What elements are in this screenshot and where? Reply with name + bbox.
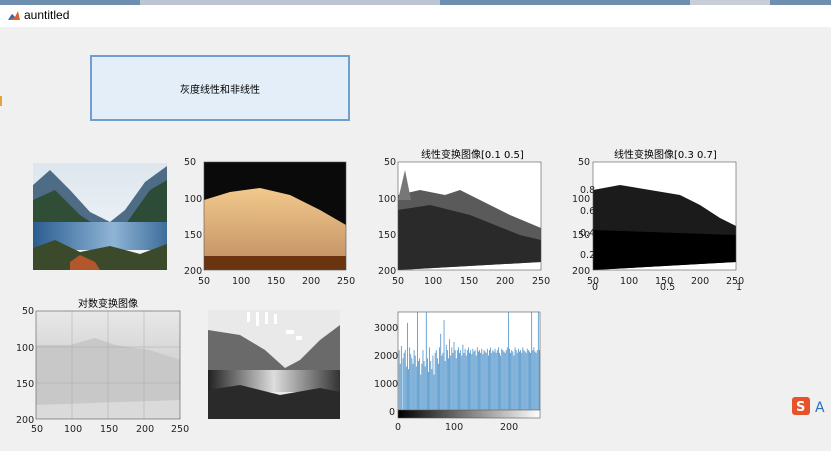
tick-x: 150 xyxy=(100,424,118,435)
sogou-ime-icon[interactable]: S A xyxy=(790,396,831,418)
tick-y: 50 xyxy=(22,306,34,317)
tick-y: 1000 xyxy=(374,379,398,390)
tick-x: 100 xyxy=(620,276,638,287)
overlay-tick: 1 xyxy=(736,282,742,293)
tick-x: 200 xyxy=(500,422,518,433)
tick-x: 50 xyxy=(392,276,404,287)
log-transform-axes xyxy=(35,310,181,420)
tick-x: 250 xyxy=(532,276,550,287)
linear-transform-1-axes xyxy=(397,161,542,271)
overlay-tick: 0.5 xyxy=(660,282,675,293)
tick-y: 0 xyxy=(389,407,395,418)
tick-x: 200 xyxy=(302,276,320,287)
linear-transform-2-axes xyxy=(592,161,737,271)
tick-x: 200 xyxy=(496,276,514,287)
tick-x: 100 xyxy=(445,422,463,433)
tick-x: 100 xyxy=(64,424,82,435)
tick-x: 150 xyxy=(460,276,478,287)
tick-x: 50 xyxy=(31,424,43,435)
axes-title-linear2: 线性变换图像[0.3 0.7] xyxy=(614,148,717,161)
tick-x: 0 xyxy=(395,422,401,433)
original-image xyxy=(33,163,167,270)
tick-x: 100 xyxy=(424,276,442,287)
tick-y: 100 xyxy=(16,343,34,354)
tick-y: 100 xyxy=(184,194,202,205)
tick-y: 150 xyxy=(378,230,396,241)
tick-x: 50 xyxy=(198,276,210,287)
tick-y: 100 xyxy=(378,194,396,205)
svg-text:S: S xyxy=(796,400,805,415)
overlay-tick: 0.4 xyxy=(580,228,595,239)
tick-y: 3000 xyxy=(374,323,398,334)
enhanced-gray-image xyxy=(208,310,340,419)
tick-y: 150 xyxy=(16,379,34,390)
overlay-tick: 0.2 xyxy=(580,250,595,261)
axes-title-log: 对数变换图像 xyxy=(78,297,138,310)
tick-x: 250 xyxy=(171,424,189,435)
tick-x: 200 xyxy=(691,276,709,287)
ime-label: A xyxy=(815,400,825,416)
figure-canvas: 50 100 150 200 50 100 150 200 250 50 100… xyxy=(16,148,744,435)
overlay-tick: 0.6 xyxy=(580,206,595,217)
tick-y: 50 xyxy=(578,157,590,168)
tick-x: 250 xyxy=(337,276,355,287)
axes-title-linear1: 线性变换图像[0.1 0.5] xyxy=(421,148,524,161)
tick-x: 200 xyxy=(136,424,154,435)
tick-x: 150 xyxy=(267,276,285,287)
tick-x: 100 xyxy=(232,276,250,287)
histogram-axes xyxy=(397,311,541,419)
tick-y: 50 xyxy=(184,157,196,168)
tick-y: 150 xyxy=(184,230,202,241)
overlay-tick: 0 xyxy=(592,282,598,293)
tick-y: 2000 xyxy=(374,351,398,362)
color-transform-axes xyxy=(203,161,347,271)
tick-y: 50 xyxy=(384,157,396,168)
overlay-tick: 0.8 xyxy=(580,185,595,196)
